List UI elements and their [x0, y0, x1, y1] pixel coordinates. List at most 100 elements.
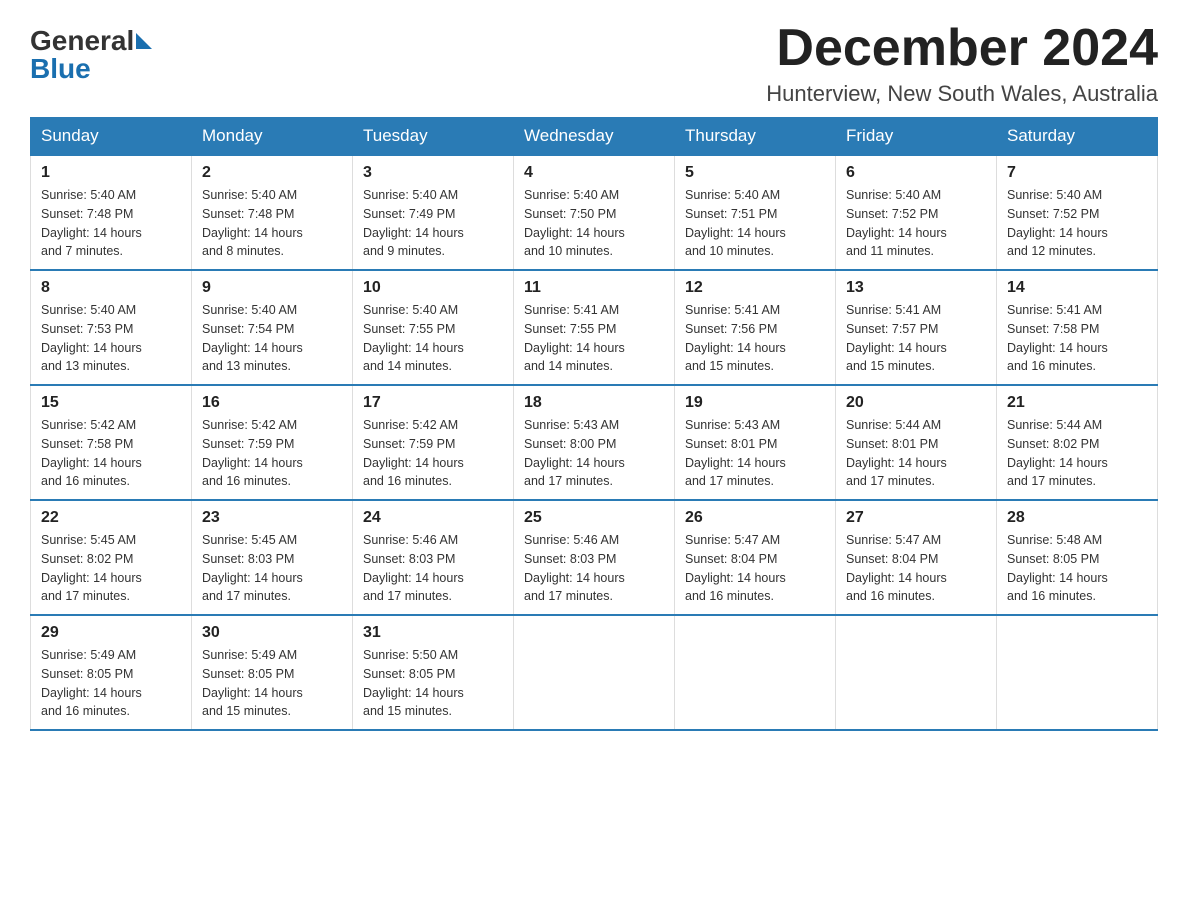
- day-info: Sunrise: 5:43 AMSunset: 8:01 PMDaylight:…: [685, 416, 825, 491]
- day-info: Sunrise: 5:40 AMSunset: 7:53 PMDaylight:…: [41, 301, 181, 376]
- calendar-cell: 23 Sunrise: 5:45 AMSunset: 8:03 PMDayligh…: [192, 500, 353, 615]
- day-info: Sunrise: 5:42 AMSunset: 7:58 PMDaylight:…: [41, 416, 181, 491]
- logo: General Blue: [30, 20, 154, 85]
- day-number: 2: [202, 164, 342, 182]
- day-info: Sunrise: 5:46 AMSunset: 8:03 PMDaylight:…: [524, 531, 664, 606]
- calendar-cell: 30 Sunrise: 5:49 AMSunset: 8:05 PMDayligh…: [192, 615, 353, 730]
- day-number: 13: [846, 279, 986, 297]
- day-info: Sunrise: 5:42 AMSunset: 7:59 PMDaylight:…: [202, 416, 342, 491]
- day-info: Sunrise: 5:41 AMSunset: 7:58 PMDaylight:…: [1007, 301, 1147, 376]
- calendar-week-5: 29 Sunrise: 5:49 AMSunset: 8:05 PMDayligh…: [31, 615, 1158, 730]
- calendar-cell: 2 Sunrise: 5:40 AMSunset: 7:48 PMDaylight…: [192, 155, 353, 270]
- day-info: Sunrise: 5:41 AMSunset: 7:57 PMDaylight:…: [846, 301, 986, 376]
- day-number: 14: [1007, 279, 1147, 297]
- day-number: 23: [202, 509, 342, 527]
- day-info: Sunrise: 5:45 AMSunset: 8:02 PMDaylight:…: [41, 531, 181, 606]
- calendar-cell: 4 Sunrise: 5:40 AMSunset: 7:50 PMDaylight…: [514, 155, 675, 270]
- day-info: Sunrise: 5:40 AMSunset: 7:50 PMDaylight:…: [524, 186, 664, 261]
- day-info: Sunrise: 5:43 AMSunset: 8:00 PMDaylight:…: [524, 416, 664, 491]
- day-info: Sunrise: 5:47 AMSunset: 8:04 PMDaylight:…: [846, 531, 986, 606]
- day-number: 15: [41, 394, 181, 412]
- day-info: Sunrise: 5:40 AMSunset: 7:52 PMDaylight:…: [1007, 186, 1147, 261]
- calendar-cell: 13 Sunrise: 5:41 AMSunset: 7:57 PMDayligh…: [836, 270, 997, 385]
- day-info: Sunrise: 5:44 AMSunset: 8:01 PMDaylight:…: [846, 416, 986, 491]
- day-number: 28: [1007, 509, 1147, 527]
- calendar-cell: 26 Sunrise: 5:47 AMSunset: 8:04 PMDayligh…: [675, 500, 836, 615]
- day-info: Sunrise: 5:45 AMSunset: 8:03 PMDaylight:…: [202, 531, 342, 606]
- day-info: Sunrise: 5:40 AMSunset: 7:55 PMDaylight:…: [363, 301, 503, 376]
- day-info: Sunrise: 5:40 AMSunset: 7:49 PMDaylight:…: [363, 186, 503, 261]
- calendar-cell: [836, 615, 997, 730]
- title-area: December 2024 Hunterview, New South Wale…: [766, 20, 1158, 107]
- day-number: 1: [41, 164, 181, 182]
- calendar-week-1: 1 Sunrise: 5:40 AMSunset: 7:48 PMDaylight…: [31, 155, 1158, 270]
- calendar-cell: [514, 615, 675, 730]
- day-info: Sunrise: 5:40 AMSunset: 7:48 PMDaylight:…: [41, 186, 181, 261]
- logo-arrow-icon: [136, 33, 152, 49]
- day-info: Sunrise: 5:40 AMSunset: 7:54 PMDaylight:…: [202, 301, 342, 376]
- calendar-cell: 27 Sunrise: 5:47 AMSunset: 8:04 PMDayligh…: [836, 500, 997, 615]
- calendar-week-3: 15 Sunrise: 5:42 AMSunset: 7:58 PMDayligh…: [31, 385, 1158, 500]
- day-number: 17: [363, 394, 503, 412]
- page-header: General Blue December 2024 Hunterview, N…: [30, 20, 1158, 107]
- day-info: Sunrise: 5:48 AMSunset: 8:05 PMDaylight:…: [1007, 531, 1147, 606]
- day-number: 7: [1007, 164, 1147, 182]
- calendar-cell: 6Sunrise: 5:40 AMSunset: 7:52 PMDaylight…: [836, 155, 997, 270]
- calendar-cell: 5 Sunrise: 5:40 AMSunset: 7:51 PMDaylight…: [675, 155, 836, 270]
- calendar-cell: 11 Sunrise: 5:41 AMSunset: 7:55 PMDayligh…: [514, 270, 675, 385]
- calendar-week-2: 8 Sunrise: 5:40 AMSunset: 7:53 PMDaylight…: [31, 270, 1158, 385]
- day-info: Sunrise: 5:50 AMSunset: 8:05 PMDaylight:…: [363, 646, 503, 721]
- day-number: 8: [41, 279, 181, 297]
- col-header-sunday: Sunday: [31, 118, 192, 156]
- calendar-cell: 24Sunrise: 5:46 AMSunset: 8:03 PMDayligh…: [353, 500, 514, 615]
- day-number: 22: [41, 509, 181, 527]
- calendar-cell: [675, 615, 836, 730]
- calendar-cell: 3 Sunrise: 5:40 AMSunset: 7:49 PMDaylight…: [353, 155, 514, 270]
- day-number: 30: [202, 624, 342, 642]
- day-number: 31: [363, 624, 503, 642]
- col-header-monday: Monday: [192, 118, 353, 156]
- calendar-cell: 1 Sunrise: 5:40 AMSunset: 7:48 PMDaylight…: [31, 155, 192, 270]
- day-info: Sunrise: 5:44 AMSunset: 8:02 PMDaylight:…: [1007, 416, 1147, 491]
- day-info: Sunrise: 5:40 AMSunset: 7:51 PMDaylight:…: [685, 186, 825, 261]
- day-info: Sunrise: 5:41 AMSunset: 7:56 PMDaylight:…: [685, 301, 825, 376]
- day-info: Sunrise: 5:40 AMSunset: 7:48 PMDaylight:…: [202, 186, 342, 261]
- day-number: 19: [685, 394, 825, 412]
- day-number: 5: [685, 164, 825, 182]
- day-number: 3: [363, 164, 503, 182]
- day-number: 24: [363, 509, 503, 527]
- calendar-cell: 29Sunrise: 5:49 AMSunset: 8:05 PMDayligh…: [31, 615, 192, 730]
- day-number: 29: [41, 624, 181, 642]
- day-number: 27: [846, 509, 986, 527]
- calendar-cell: 28 Sunrise: 5:48 AMSunset: 8:05 PMDayligh…: [997, 500, 1158, 615]
- col-header-saturday: Saturday: [997, 118, 1158, 156]
- calendar-cell: 16Sunrise: 5:42 AMSunset: 7:59 PMDayligh…: [192, 385, 353, 500]
- calendar-cell: 9Sunrise: 5:40 AMSunset: 7:54 PMDaylight…: [192, 270, 353, 385]
- calendar-cell: 8 Sunrise: 5:40 AMSunset: 7:53 PMDaylight…: [31, 270, 192, 385]
- calendar-week-4: 22 Sunrise: 5:45 AMSunset: 8:02 PMDayligh…: [31, 500, 1158, 615]
- col-header-thursday: Thursday: [675, 118, 836, 156]
- day-info: Sunrise: 5:41 AMSunset: 7:55 PMDaylight:…: [524, 301, 664, 376]
- day-info: Sunrise: 5:49 AMSunset: 8:05 PMDaylight:…: [202, 646, 342, 721]
- day-number: 21: [1007, 394, 1147, 412]
- day-number: 12: [685, 279, 825, 297]
- calendar-cell: 15 Sunrise: 5:42 AMSunset: 7:58 PMDayligh…: [31, 385, 192, 500]
- calendar-cell: 22 Sunrise: 5:45 AMSunset: 8:02 PMDayligh…: [31, 500, 192, 615]
- day-info: Sunrise: 5:47 AMSunset: 8:04 PMDaylight:…: [685, 531, 825, 606]
- month-title: December 2024: [766, 20, 1158, 77]
- col-header-friday: Friday: [836, 118, 997, 156]
- calendar-header-row: SundayMondayTuesdayWednesdayThursdayFrid…: [31, 118, 1158, 156]
- day-number: 4: [524, 164, 664, 182]
- logo-blue-text: Blue: [30, 53, 91, 85]
- day-number: 11: [524, 279, 664, 297]
- col-header-tuesday: Tuesday: [353, 118, 514, 156]
- day-number: 18: [524, 394, 664, 412]
- calendar-cell: 18 Sunrise: 5:43 AMSunset: 8:00 PMDayligh…: [514, 385, 675, 500]
- calendar-cell: 12 Sunrise: 5:41 AMSunset: 7:56 PMDayligh…: [675, 270, 836, 385]
- calendar-cell: 20Sunrise: 5:44 AMSunset: 8:01 PMDayligh…: [836, 385, 997, 500]
- calendar-cell: 7 Sunrise: 5:40 AMSunset: 7:52 PMDaylight…: [997, 155, 1158, 270]
- day-number: 6: [846, 164, 986, 182]
- day-number: 26: [685, 509, 825, 527]
- day-number: 10: [363, 279, 503, 297]
- calendar-cell: 14 Sunrise: 5:41 AMSunset: 7:58 PMDayligh…: [997, 270, 1158, 385]
